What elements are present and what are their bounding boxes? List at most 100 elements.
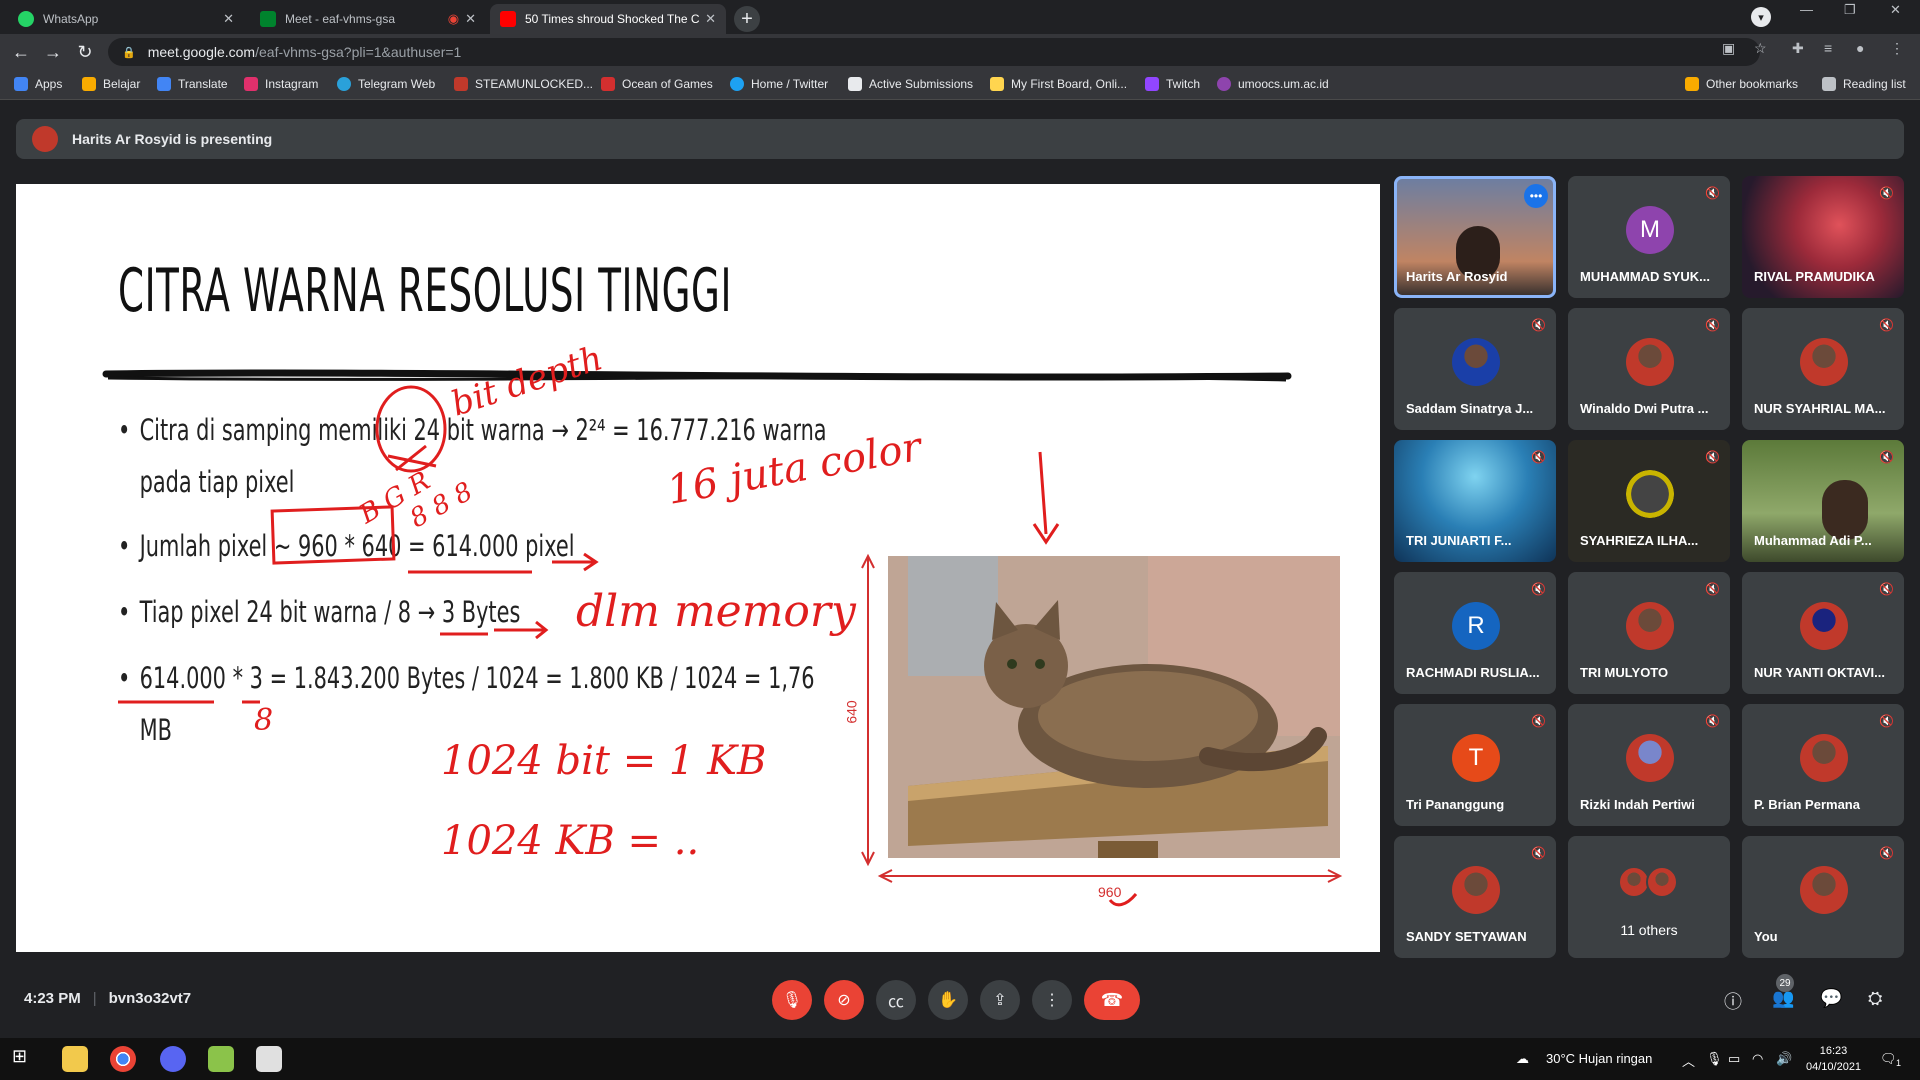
tab-meet[interactable]: Meet - eaf-vhms-gsa ◉ ✕ — [250, 4, 486, 34]
bookmark-star-icon[interactable]: ☆ — [1754, 40, 1767, 57]
reading-list-label: Reading list — [1843, 77, 1906, 91]
camera-off-button[interactable]: ⊘ — [824, 980, 864, 1020]
wifi-icon[interactable]: ◠ — [1752, 1051, 1763, 1067]
extensions-icon[interactable]: ✚ — [1792, 40, 1804, 57]
bookmark-my-first-board[interactable]: My First Board, Onli... — [990, 77, 1127, 91]
bookmark-belajar[interactable]: Belajar — [82, 77, 140, 91]
participant-tile[interactable]: 🔇 NUR YANTI OKTAVI... — [1742, 572, 1904, 694]
twitch-icon — [1145, 77, 1159, 91]
note-1024-bit: 1024 bit = 1 KB — [441, 738, 766, 784]
tray-mic-icon[interactable]: 🎙 — [1706, 1051, 1723, 1067]
other-bookmarks-label: Other bookmarks — [1706, 77, 1799, 91]
notifications-icon[interactable]: 🗨 — [1880, 1051, 1897, 1067]
participant-tile[interactable]: 🔇 Saddam Sinatrya J... — [1394, 308, 1556, 430]
meeting-info-icon[interactable]: ⓘ — [1724, 988, 1742, 1014]
reading-list[interactable]: Reading list — [1822, 77, 1906, 91]
discord-icon[interactable] — [160, 1046, 186, 1072]
menu-icon[interactable]: ⋮ — [1890, 40, 1904, 57]
participant-tile[interactable]: 🔇 SYAHRIEZA ILHA... — [1568, 440, 1730, 562]
bookmark-ocean-of-games[interactable]: Ocean of Games — [601, 77, 713, 91]
close-window-icon[interactable]: ✕ — [1890, 2, 1901, 18]
reload-icon[interactable]: ↻ — [72, 40, 98, 64]
others-tile[interactable]: 11 others — [1568, 836, 1730, 958]
forward-icon[interactable]: → — [40, 40, 66, 64]
back-icon[interactable]: ← — [8, 40, 34, 64]
minimize-icon[interactable]: — — [1800, 2, 1813, 17]
participant-tile[interactable]: 🔇 Muhammad Adi P... — [1742, 440, 1904, 562]
tab-title: Meet - eaf-vhms-gsa — [285, 12, 396, 26]
participant-tile[interactable]: 🔇 TRI JUNIARTI F... — [1394, 440, 1556, 562]
mic-off-button[interactable]: 🎙 — [772, 980, 812, 1020]
bookmark-instagram[interactable]: Instagram — [244, 77, 318, 91]
close-tab-icon[interactable]: ✕ — [705, 11, 716, 27]
camera-icon[interactable]: ▣ — [1722, 40, 1735, 57]
meeting-details: 4:23 PM | bvn3o32vt7 — [24, 990, 191, 1007]
meet-control-bar: 4:23 PM | bvn3o32vt7 🎙 ⊘ ㏄ ✋ ⇪ ⋮ ☎ ⓘ 👥 2… — [0, 962, 1920, 1038]
participant-tile[interactable]: 🔇 SANDY SETYAWAN — [1394, 836, 1556, 958]
tab-whatsapp[interactable]: WhatsApp ✕ — [8, 4, 244, 34]
participant-tile[interactable]: ••• Harits Ar Rosyid — [1394, 176, 1556, 298]
bookmark-umoocs[interactable]: umoocs.um.ac.id — [1217, 77, 1329, 91]
bookmark-translate[interactable]: Translate — [157, 77, 228, 91]
presenter-avatar — [32, 126, 58, 152]
participant-tile[interactable]: 🔇 Winaldo Dwi Putra ... — [1568, 308, 1730, 430]
bookmark-telegram[interactable]: Telegram Web — [337, 77, 435, 91]
hand-icon: ✋ — [938, 992, 958, 1009]
participant-tile[interactable]: 🔇 M MUHAMMAD SYUK... — [1568, 176, 1730, 298]
profile-avatar-icon[interactable]: ● — [1856, 40, 1864, 56]
file-explorer-icon[interactable] — [62, 1046, 88, 1072]
other-bookmarks[interactable]: Other bookmarks — [1685, 77, 1798, 91]
participant-tile[interactable]: 🔇 P. Brian Permana — [1742, 704, 1904, 826]
bookmark-twitch[interactable]: Twitch — [1145, 77, 1200, 91]
bookmark-apps[interactable]: Apps — [14, 77, 62, 91]
close-tab-icon[interactable]: ✕ — [223, 11, 234, 27]
activities-icon[interactable]: ⛭ — [1868, 988, 1882, 1009]
download-app-icon[interactable] — [256, 1046, 282, 1072]
system-clock[interactable]: 16:23 04/10/2021 — [1806, 1043, 1861, 1075]
more-options-button[interactable]: ⋮ — [1032, 980, 1072, 1020]
bookmark-label: Belajar — [103, 77, 141, 91]
muted-mic-icon: 🔇 — [1879, 450, 1894, 464]
meeting-code: bvn3o32vt7 — [108, 990, 192, 1007]
bookmark-twitter[interactable]: Home / Twitter — [730, 77, 828, 91]
restore-icon[interactable]: ❐ — [1844, 2, 1856, 18]
weather-icon[interactable]: ☁ — [1516, 1051, 1529, 1067]
participant-tile[interactable]: 🔇 T Tri Pananggung — [1394, 704, 1556, 826]
present-button[interactable]: ⇪ — [980, 980, 1020, 1020]
bookmark-active-submissions[interactable]: Active Submissions — [848, 77, 973, 91]
volume-icon[interactable]: 🔊 — [1776, 1051, 1792, 1067]
more-options-icon[interactable]: ••• — [1524, 184, 1548, 208]
close-tab-icon[interactable]: ✕ — [465, 11, 476, 27]
hangup-icon: ☎ — [1100, 989, 1124, 1010]
chrome-icon[interactable] — [110, 1046, 136, 1072]
self-tile[interactable]: 🔇 You — [1742, 836, 1904, 958]
divider: | — [92, 990, 97, 1007]
chat-icon[interactable]: 💬 — [1820, 988, 1842, 1009]
participant-tile[interactable]: 🔇 Rizki Indah Pertiwi — [1568, 704, 1730, 826]
captions-button[interactable]: ㏄ — [876, 980, 916, 1020]
windows-start-icon[interactable]: ⊞ — [12, 1046, 38, 1072]
bookmark-steamunlocked[interactable]: STEAMUNLOCKED... — [454, 77, 593, 91]
media-control-icon[interactable]: ≡ — [1824, 40, 1832, 56]
muted-mic-icon: 🔇 — [1879, 186, 1894, 200]
tab-search-icon[interactable]: ▾ — [1751, 7, 1771, 27]
muted-mic-icon: 🔇 — [1531, 846, 1546, 860]
url-input[interactable]: 🔒 meet.google.com /eaf-vhms-gsa?pli=1&au… — [108, 38, 1760, 66]
twitter-icon — [730, 77, 744, 91]
new-tab-button[interactable]: + — [734, 6, 760, 32]
bookmark-label: Ocean of Games — [622, 77, 713, 91]
weather-text[interactable]: 30°C Hujan ringan — [1546, 1051, 1652, 1066]
raise-hand-button[interactable]: ✋ — [928, 980, 968, 1020]
participant-tile[interactable]: 🔇 R RACHMADI RUSLIA... — [1394, 572, 1556, 694]
participant-tile[interactable]: 🔇 TRI MULYOTO — [1568, 572, 1730, 694]
participant-tile[interactable]: 🔇 NUR SYAHRIAL MA... — [1742, 308, 1904, 430]
participant-tile[interactable]: 🔇 RIVAL PRAMUDIKA — [1742, 176, 1904, 298]
tray-chevron-icon[interactable]: ︿ — [1682, 1051, 1695, 1070]
android-app-icon[interactable] — [208, 1046, 234, 1072]
participant-avatar — [1800, 602, 1848, 650]
tab-youtube[interactable]: 50 Times shroud Shocked The CS ✕ — [490, 4, 726, 34]
ocean-of-games-icon — [601, 77, 615, 91]
leave-call-button[interactable]: ☎ — [1084, 980, 1140, 1020]
participant-avatar — [1452, 866, 1500, 914]
battery-icon[interactable]: ▭ — [1728, 1051, 1740, 1067]
